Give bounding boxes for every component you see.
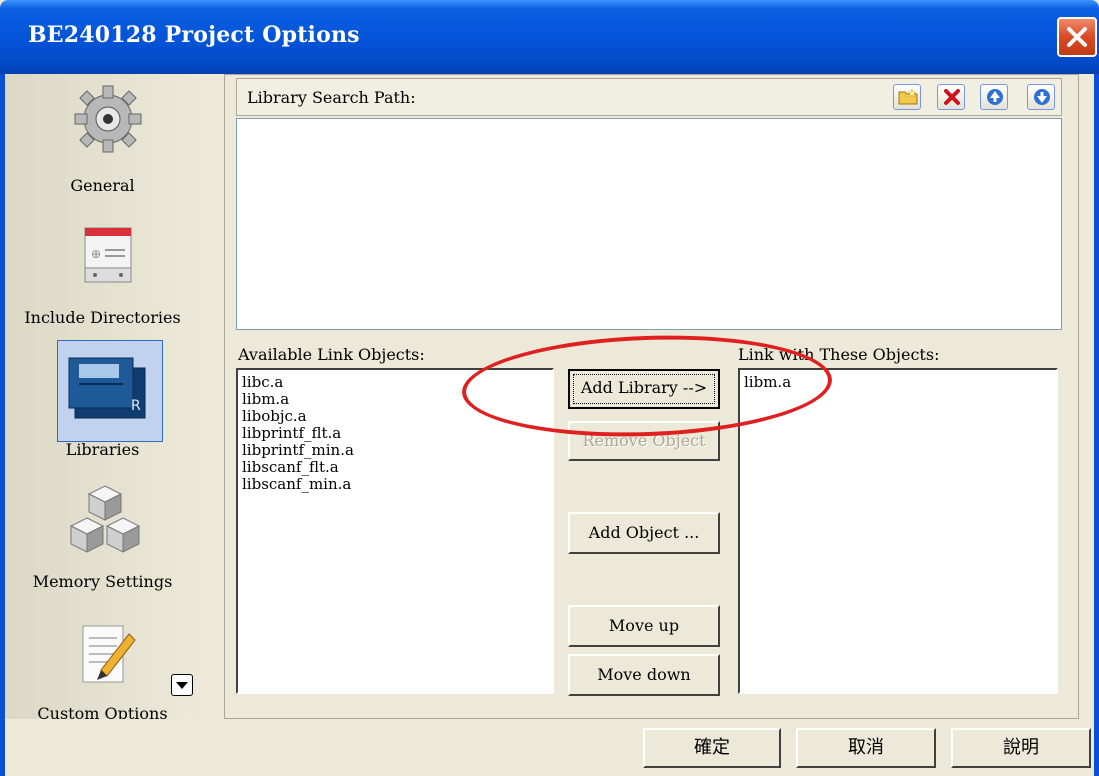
list-item[interactable]: libscanf_flt.a bbox=[238, 459, 552, 476]
sidebar-scroll-down-button[interactable] bbox=[171, 674, 193, 696]
move-path-up-button[interactable] bbox=[980, 84, 1008, 110]
arrow-down-icon bbox=[1034, 89, 1050, 105]
linked-objects-label: Link with These Objects: bbox=[738, 345, 940, 364]
ok-button[interactable]: 確定 bbox=[643, 728, 781, 768]
move-up-button[interactable]: Move up bbox=[568, 605, 720, 647]
move-path-down-button[interactable] bbox=[1027, 84, 1055, 110]
list-item[interactable]: libprintf_min.a bbox=[238, 442, 552, 459]
books-icon: R bbox=[68, 357, 146, 419]
list-item[interactable]: libc.a bbox=[238, 374, 552, 391]
chevron-down-icon bbox=[176, 682, 188, 689]
options-sidebar[interactable]: General ⊕ Include Directories R Librarie… bbox=[5, 74, 200, 719]
notepad-pencil-icon bbox=[82, 625, 136, 683]
list-item[interactable]: libm.a bbox=[238, 391, 552, 408]
search-path-list[interactable] bbox=[236, 118, 1062, 330]
delete-path-button[interactable] bbox=[937, 84, 965, 110]
add-library-label: Add Library --> bbox=[580, 378, 708, 397]
gear-icon bbox=[74, 85, 142, 153]
move-down-button[interactable]: Move down bbox=[568, 654, 720, 696]
window-title: BE240128 Project Options bbox=[28, 22, 360, 48]
move-up-label: Move up bbox=[608, 616, 680, 635]
move-down-label: Move down bbox=[597, 665, 691, 684]
sidebar-item-label: Include Directories bbox=[24, 308, 181, 327]
remove-object-label: Remove Object bbox=[582, 431, 706, 450]
sidebar-item-label: Custom Options bbox=[37, 704, 168, 719]
folder-icon bbox=[898, 88, 918, 105]
search-path-label: Library Search Path: bbox=[247, 88, 416, 107]
svg-text:R: R bbox=[131, 398, 141, 414]
close-icon bbox=[1067, 27, 1087, 47]
arrow-up-icon bbox=[987, 89, 1003, 105]
list-item[interactable]: libobjc.a bbox=[238, 408, 552, 425]
svg-text:⊕: ⊕ bbox=[91, 247, 101, 261]
list-item[interactable]: libm.a bbox=[740, 374, 1056, 391]
add-object-button[interactable]: Add Object ... bbox=[568, 512, 720, 554]
add-folder-button[interactable] bbox=[893, 84, 921, 110]
window-frame-right bbox=[1094, 74, 1099, 776]
add-library-button[interactable]: Add Library --> bbox=[568, 369, 720, 409]
sidebar-item-label: Memory Settings bbox=[32, 572, 173, 591]
help-button[interactable]: 說明 bbox=[951, 728, 1091, 768]
cancel-button[interactable]: 取消 bbox=[796, 728, 936, 768]
available-objects-label: Available Link Objects: bbox=[238, 345, 425, 364]
close-button[interactable] bbox=[1057, 17, 1097, 57]
list-item[interactable]: libscanf_min.a bbox=[238, 476, 552, 493]
sidebar-item-label: General bbox=[70, 176, 135, 195]
linked-objects-list[interactable]: libm.a bbox=[738, 368, 1058, 694]
list-item[interactable]: libprintf_flt.a bbox=[238, 425, 552, 442]
delete-icon bbox=[944, 89, 960, 105]
sidebar-item-label: Libraries bbox=[65, 440, 140, 459]
available-objects-list[interactable]: libc.a libm.a libobjc.a libprintf_flt.a … bbox=[236, 368, 554, 694]
remove-object-button[interactable]: Remove Object bbox=[568, 421, 720, 461]
add-object-label: Add Object ... bbox=[588, 523, 700, 542]
cubes-icon bbox=[69, 485, 141, 553]
title-bar[interactable]: BE240128 Project Options bbox=[0, 0, 1099, 74]
directory-icon: ⊕ bbox=[84, 227, 132, 283]
